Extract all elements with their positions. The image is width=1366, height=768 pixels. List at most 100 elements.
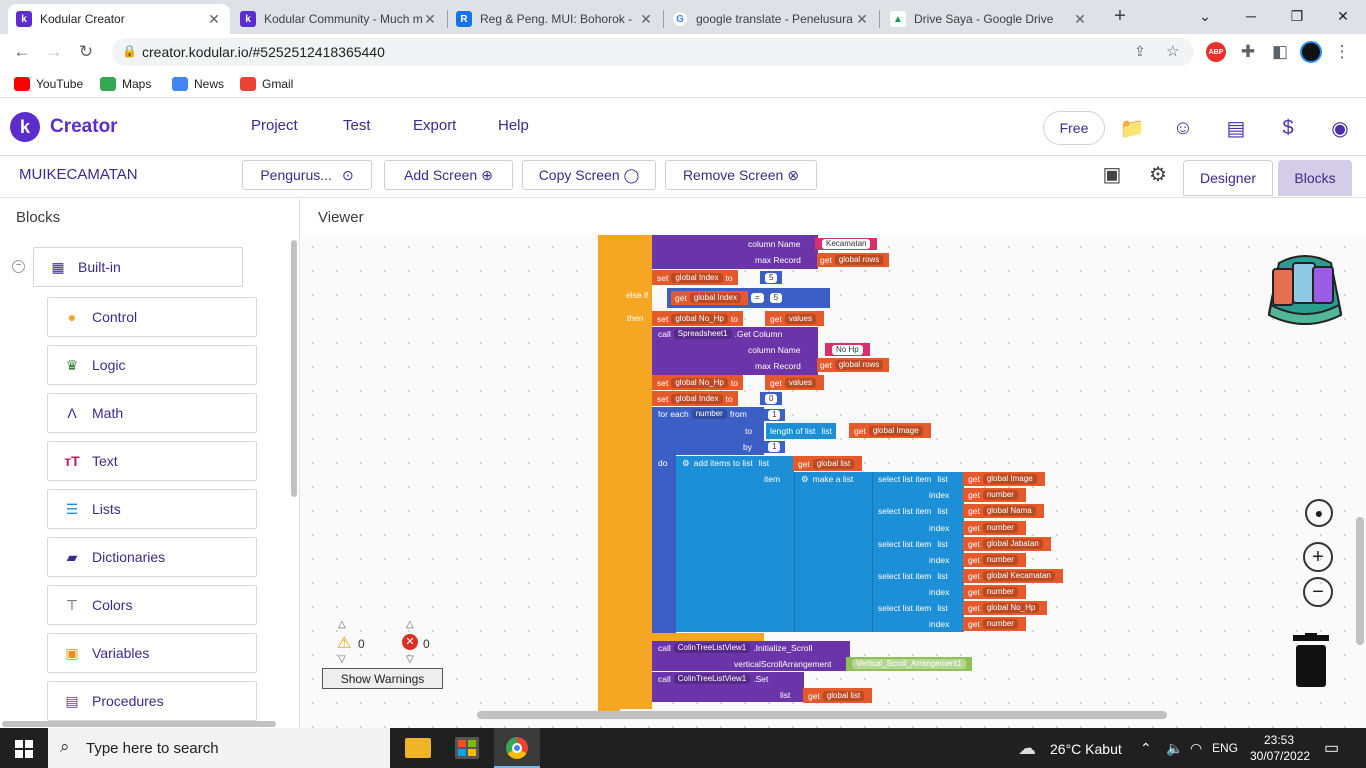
designer-tab[interactable]: Designer — [1183, 160, 1273, 196]
trash-icon[interactable] — [1291, 633, 1331, 689]
get-variable-block[interactable]: get number — [963, 585, 1026, 599]
get-variable-block[interactable]: get global rows — [817, 358, 890, 372]
volume-icon[interactable]: 🔈 — [1166, 740, 1183, 757]
close-tab-icon[interactable]: ✕ — [1072, 11, 1088, 28]
address-bar[interactable]: 🔒 creator.kodular.io/#5252512418365440 ⇪… — [112, 38, 1194, 66]
windows-start-icon[interactable] — [15, 740, 33, 758]
plan-button[interactable]: Free — [1043, 111, 1105, 145]
get-variable-block[interactable]: get global Kecamatan — [963, 569, 1063, 583]
add-screen-button[interactable]: Add Screen ⊕ — [384, 160, 513, 190]
blocks-panel-vertical-scrollbar[interactable] — [291, 240, 297, 497]
close-window-icon[interactable]: ✕ — [1320, 0, 1366, 32]
get-variable-block[interactable]: get global Jabatan — [963, 537, 1051, 551]
error-up-arrow-icon[interactable]: △ — [406, 619, 414, 630]
bookmark-star-icon[interactable]: ☆ — [1166, 42, 1179, 60]
close-tab-icon[interactable]: ✕ — [206, 11, 222, 28]
menu-project[interactable]: Project — [251, 117, 298, 134]
share-icon[interactable]: ⇪ — [1134, 43, 1146, 60]
get-variable-block[interactable]: get values — [765, 375, 824, 390]
block-category-dictionaries[interactable]: ▰ Dictionaries — [47, 537, 257, 577]
get-variable-block[interactable]: get global list — [803, 688, 873, 703]
compare-block[interactable]: get global Index = 5 — [667, 288, 830, 308]
clock-time[interactable]: 23:53 — [1264, 733, 1294, 747]
screen-select-dropdown[interactable]: Pengurus... ⊙ — [242, 160, 372, 190]
get-variable-block[interactable]: get global Nama — [963, 504, 1044, 518]
blocks-workspace[interactable]: column Name Kecamatan max Record get glob… — [301, 235, 1366, 729]
get-variable-block[interactable]: get global Index — [671, 291, 748, 305]
text-block[interactable]: Kecamatan — [815, 238, 878, 250]
warning-up-arrow-icon[interactable]: △ — [338, 619, 346, 630]
collapse-icon[interactable]: − — [12, 260, 25, 273]
length-of-list-block[interactable]: length of list list — [766, 423, 836, 439]
language-indicator[interactable]: ENG — [1212, 741, 1238, 755]
tray-chevron-icon[interactable]: ⌃ — [1140, 740, 1152, 757]
forward-icon[interactable]: → — [42, 40, 66, 64]
browser-tab-kodular-creator[interactable]: k Kodular Creator ✕ — [8, 4, 230, 34]
weather-icon[interactable]: ☁ — [1018, 738, 1036, 759]
weather-text[interactable]: 26°C Kabut — [1050, 741, 1122, 757]
workspace-horizontal-scrollbar[interactable] — [477, 711, 1167, 719]
set-variable-block[interactable]: set global No_Hp to — [652, 375, 743, 390]
browser-tab-google-drive[interactable]: ▲ Drive Saya - Google Drive ✕ — [882, 4, 1096, 34]
builtin-category[interactable]: ▦ Built-in — [33, 247, 243, 287]
warning-down-arrow-icon[interactable]: ▽ — [338, 654, 346, 665]
back-icon[interactable]: ← — [10, 40, 34, 64]
bookmark-youtube[interactable]: YouTube — [14, 75, 83, 93]
blocks-panel-horizontal-scrollbar[interactable] — [2, 721, 276, 727]
community-icon[interactable]: ☺ — [1171, 116, 1195, 140]
close-tab-icon[interactable]: ✕ — [854, 11, 870, 28]
number-block[interactable]: 1 — [763, 409, 786, 421]
text-block[interactable]: No Hp — [825, 343, 870, 356]
microsoft-store-icon[interactable] — [455, 737, 479, 759]
block-category-logic[interactable]: ♛ Logic — [47, 345, 257, 385]
block-category-procedures[interactable]: ▤ Procedures — [47, 681, 257, 721]
get-variable-block[interactable]: get number — [963, 553, 1026, 567]
set-variable-block[interactable]: set global Index to — [652, 270, 738, 285]
get-variable-block[interactable]: get global Image — [963, 472, 1045, 486]
browser-menu-icon[interactable]: ⋮ — [1330, 40, 1354, 64]
get-variable-block[interactable]: get values — [765, 311, 824, 326]
close-tab-icon[interactable]: ✕ — [638, 11, 654, 28]
get-variable-block[interactable]: get number — [963, 488, 1026, 502]
recenter-icon[interactable]: ● — [1305, 499, 1333, 527]
bookmark-news[interactable]: News — [172, 75, 224, 93]
extensions-icon[interactable]: ✚ — [1236, 40, 1260, 64]
block-category-math[interactable]: Λ Math — [47, 393, 257, 433]
taskbar-search-box[interactable]: ⌕ Type here to search — [48, 728, 390, 768]
gallery-icon[interactable]: ▣ — [1100, 162, 1124, 186]
bookmark-gmail[interactable]: Gmail — [240, 75, 293, 93]
block-category-lists[interactable]: ☰ Lists — [47, 489, 257, 529]
for-each-body[interactable] — [652, 455, 676, 637]
restore-icon[interactable]: ❐ — [1274, 0, 1320, 32]
adblock-icon[interactable]: ABP — [1206, 42, 1226, 62]
copy-screen-button[interactable]: Copy Screen ◯ — [522, 160, 656, 190]
get-variable-block[interactable]: get global No_Hp — [963, 601, 1048, 615]
component-block[interactable]: Vertical_Scroll_Arrangement1 — [846, 657, 972, 671]
new-tab-button[interactable]: + — [1108, 5, 1132, 29]
settings-gear-icon[interactable]: ⚙ — [1146, 162, 1170, 186]
blocks-tab[interactable]: Blocks — [1278, 160, 1352, 196]
number-block[interactable]: 1 — [763, 441, 786, 453]
set-variable-block[interactable]: set global Index to — [652, 391, 738, 406]
number-block[interactable]: 5 — [760, 271, 783, 284]
get-variable-block[interactable]: get number — [963, 617, 1026, 631]
billing-icon[interactable]: $ — [1276, 116, 1300, 140]
zoom-in-icon[interactable]: + — [1303, 542, 1333, 572]
menu-export[interactable]: Export — [413, 117, 456, 134]
number-block[interactable]: 0 — [760, 392, 783, 405]
reload-icon[interactable]: ↻ — [74, 40, 98, 64]
set-variable-block[interactable]: set global No_Hp to — [652, 311, 743, 326]
documentation-icon[interactable]: ▤ — [1224, 116, 1248, 140]
remove-screen-button[interactable]: Remove Screen ⊗ — [665, 160, 817, 190]
block-category-text[interactable]: тT Text — [47, 441, 257, 481]
notifications-icon[interactable]: ▭ — [1324, 738, 1339, 758]
menu-test[interactable]: Test — [343, 117, 371, 134]
browser-tab-google-translate[interactable]: G google translate - Penelusura ✕ — [664, 4, 878, 34]
if-block-body[interactable] — [620, 235, 652, 709]
browser-tab-kodular-community[interactable]: k Kodular Community - Much m ✕ — [232, 4, 446, 34]
backpack-icon[interactable] — [1261, 253, 1349, 335]
profile-avatar[interactable] — [1300, 41, 1322, 63]
workspace-vertical-scrollbar[interactable] — [1356, 517, 1364, 645]
project-folder-icon[interactable]: 📁 — [1120, 116, 1145, 140]
bookmark-maps[interactable]: Maps — [100, 75, 151, 93]
